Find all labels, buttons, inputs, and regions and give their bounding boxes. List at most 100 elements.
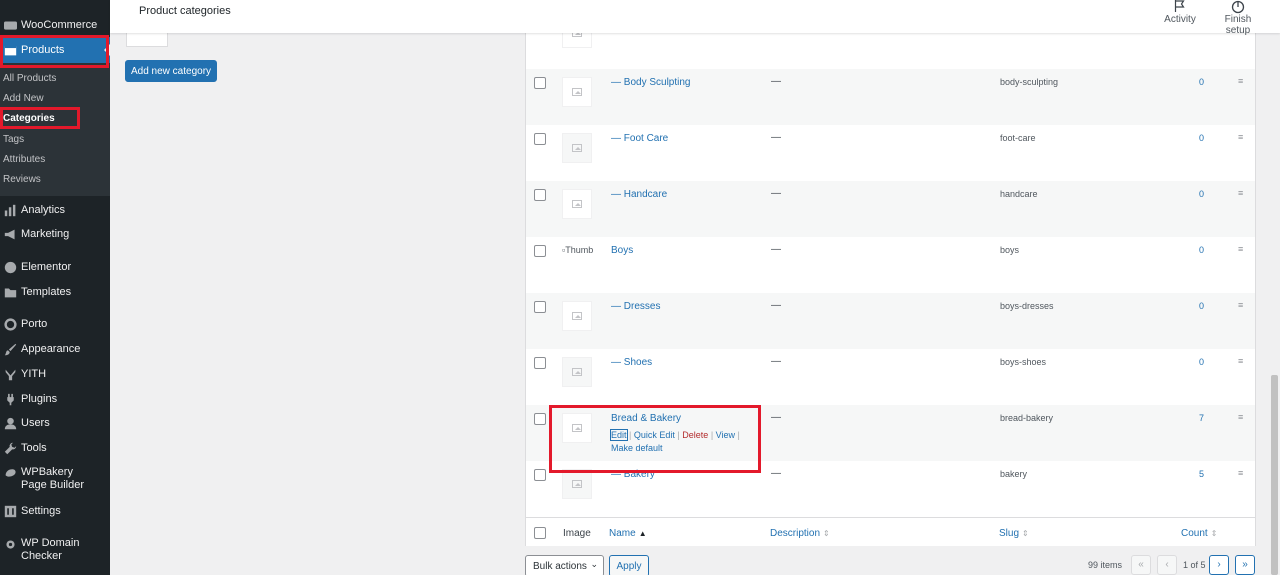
placeholder-image-icon: [572, 144, 582, 152]
placeholder-image-icon: [572, 200, 582, 208]
category-thumbnail: [562, 77, 592, 107]
menu-label-plugins: Plugins: [21, 392, 58, 405]
delete-link[interactable]: Delete: [682, 430, 708, 440]
separator: |: [629, 430, 632, 440]
view-link[interactable]: View: [716, 430, 735, 440]
submenu-tags[interactable]: Tags: [3, 134, 24, 145]
woocommerce-icon: [3, 18, 17, 32]
menu-label-wpbakery: WPBakery Page Builder: [21, 466, 84, 491]
table-row: — Bakery — bakery 5 ≡: [526, 461, 1255, 517]
submenu-add-new[interactable]: Add New: [3, 93, 44, 104]
menu-item-users[interactable]: Users: [0, 416, 110, 430]
category-count-link[interactable]: 7: [1199, 413, 1204, 423]
submenu-categories[interactable]: Categories: [3, 113, 55, 124]
category-count-link[interactable]: 0: [1199, 245, 1204, 255]
category-description: —: [771, 132, 781, 143]
column-header-count[interactable]: Count ⇕: [1181, 528, 1217, 539]
row-checkbox[interactable]: [534, 133, 546, 145]
menu-item-plugins[interactable]: Plugins: [0, 392, 110, 406]
submenu-reviews[interactable]: Reviews: [3, 174, 41, 185]
first-page-button[interactable]: «: [1131, 555, 1151, 575]
menu-item-wpbakery[interactable]: WPBakery Page Builder: [0, 466, 110, 492]
drag-handle-icon[interactable]: ≡: [1238, 412, 1245, 422]
menu-item-elementor[interactable]: Elementor: [0, 260, 110, 274]
row-checkbox[interactable]: [534, 245, 546, 257]
menu-item-appearance[interactable]: Appearance: [0, 342, 110, 356]
submenu-all-products[interactable]: All Products: [3, 73, 56, 84]
folder-icon: [3, 285, 17, 299]
apply-button[interactable]: Apply: [609, 555, 649, 575]
admin-sidebar: WooCommerce Products All Products Add Ne…: [0, 0, 110, 575]
menu-item-porto[interactable]: Porto: [0, 317, 110, 331]
menu-item-wp-domain-checker[interactable]: WP Domain Checker: [0, 537, 110, 563]
table-row: Bread & Bakery Edit | Quick Edit | Delet…: [526, 405, 1255, 461]
category-description: —: [771, 244, 781, 255]
last-page-button[interactable]: »: [1235, 555, 1255, 575]
column-header-slug[interactable]: Slug ⇕: [999, 528, 1029, 539]
drag-handle-icon[interactable]: ≡: [1238, 300, 1245, 310]
drag-handle-icon[interactable]: ≡: [1238, 132, 1245, 142]
column-header-description[interactable]: Description ⇕: [770, 528, 830, 539]
menu-item-analytics[interactable]: Analytics: [0, 203, 110, 217]
category-slug: boys-shoes: [1000, 357, 1047, 367]
menu-label-products: Products: [21, 43, 65, 56]
drag-handle-icon[interactable]: ≡: [1238, 188, 1245, 198]
row-checkbox[interactable]: [534, 189, 546, 201]
finish-setup-button[interactable]: Finish setup: [1212, 0, 1264, 36]
next-page-button[interactable]: ›: [1209, 555, 1229, 575]
category-name-link[interactable]: — Shoes: [611, 357, 652, 368]
category-name-link[interactable]: — Foot Care: [611, 133, 668, 144]
menu-label-appearance: Appearance: [21, 342, 81, 355]
category-count-link[interactable]: 0: [1199, 357, 1204, 367]
menu-label-templates: Templates: [21, 285, 72, 298]
quick-edit-link[interactable]: Quick Edit: [634, 430, 675, 440]
menu-item-templates[interactable]: Templates: [0, 285, 110, 299]
drag-handle-icon[interactable]: ≡: [1238, 468, 1245, 478]
category-count-link[interactable]: 0: [1199, 77, 1204, 87]
select-all-checkbox[interactable]: [534, 527, 546, 539]
drag-handle-icon[interactable]: ≡: [1238, 76, 1245, 86]
edit-link[interactable]: Edit: [610, 429, 628, 441]
yith-icon: [3, 367, 17, 381]
category-slug: boys: [1000, 245, 1020, 255]
scrollbar[interactable]: [1271, 375, 1278, 575]
category-count-link[interactable]: 0: [1199, 301, 1204, 311]
drag-handle-icon[interactable]: ≡: [1238, 356, 1245, 366]
menu-item-tools[interactable]: Tools: [0, 441, 110, 455]
menu-item-settings[interactable]: Settings: [0, 504, 110, 518]
row-checkbox[interactable]: [534, 413, 546, 425]
column-header-name[interactable]: Name ▲: [609, 528, 647, 539]
wpbakery-icon: [3, 466, 17, 480]
porto-icon: [3, 317, 17, 331]
category-count-link[interactable]: 0: [1199, 133, 1204, 143]
category-count-link[interactable]: 5: [1199, 469, 1204, 479]
make-default-link[interactable]: Make default: [611, 443, 663, 453]
menu-item-yith[interactable]: YITH: [0, 367, 110, 381]
table-row: — Dresses — boys-dresses 0 ≡: [526, 293, 1255, 349]
category-name-link[interactable]: — Dresses: [611, 301, 660, 312]
drag-handle-icon[interactable]: ≡: [1238, 244, 1245, 254]
bulk-actions-select[interactable]: Bulk actions ⌄: [525, 555, 604, 575]
row-checkbox[interactable]: [534, 357, 546, 369]
category-count-link[interactable]: 0: [1199, 189, 1204, 199]
activity-button[interactable]: Activity: [1164, 0, 1196, 25]
row-checkbox[interactable]: [534, 469, 546, 481]
category-slug: bread-bakery: [1000, 413, 1054, 423]
category-name-link[interactable]: — Bakery: [611, 469, 655, 480]
megaphone-icon: [3, 227, 17, 241]
products-submenu: All Products Add New Categories Tags Att…: [0, 63, 110, 196]
sort-icon: ⇕: [823, 529, 830, 538]
row-checkbox[interactable]: [534, 301, 546, 313]
category-name-link[interactable]: Bread & Bakery: [611, 413, 681, 424]
settings-icon: [3, 504, 17, 518]
row-checkbox[interactable]: [534, 77, 546, 89]
add-new-category-button[interactable]: Add new category: [125, 60, 217, 82]
menu-item-products[interactable]: Products: [0, 37, 110, 63]
submenu-attributes[interactable]: Attributes: [3, 154, 45, 165]
prev-page-button[interactable]: ‹: [1157, 555, 1177, 575]
category-name-link[interactable]: Boys: [611, 245, 633, 256]
category-name-link[interactable]: — Body Sculpting: [611, 77, 691, 88]
menu-item-woocommerce[interactable]: WooCommerce: [0, 18, 110, 32]
menu-item-marketing[interactable]: Marketing: [0, 227, 110, 241]
category-name-link[interactable]: — Handcare: [611, 189, 667, 200]
